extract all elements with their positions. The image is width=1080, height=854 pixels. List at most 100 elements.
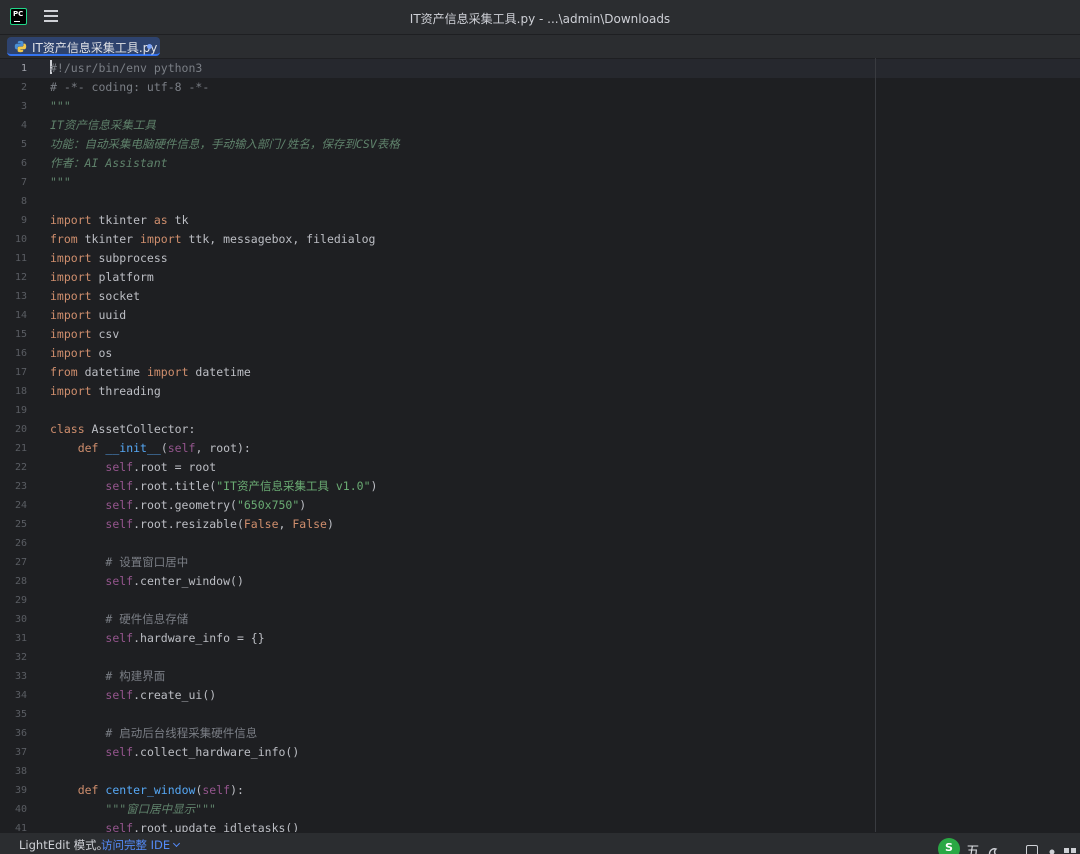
line-number: 37 — [14, 747, 27, 758]
code-token: __init__ — [105, 441, 161, 455]
toolbox-icon[interactable] — [1064, 845, 1076, 854]
line-number: 39 — [14, 785, 27, 796]
code-line[interactable]: # 启动后台线程采集硬件信息 — [50, 724, 257, 743]
code-line[interactable]: self.root.update_idletasks() — [50, 819, 299, 832]
code-token: , root): — [195, 441, 251, 455]
input-method-mode[interactable]: 五 — [966, 841, 980, 854]
line-number: 32 — [14, 652, 27, 663]
user-icon[interactable] — [1046, 845, 1058, 854]
code-token: class — [50, 422, 85, 436]
code-token: """ — [50, 175, 71, 189]
code-line[interactable]: import uuid — [50, 306, 126, 325]
code-token: from — [50, 365, 78, 379]
line-number: 13 — [14, 291, 27, 302]
code-token: self — [105, 574, 134, 588]
code-token: ) — [299, 498, 307, 512]
code-token: ) — [326, 517, 334, 531]
line-number: 10 — [14, 234, 27, 245]
code-token: socket — [91, 289, 141, 303]
code-token: self — [105, 498, 134, 512]
code-line[interactable]: IT资产信息采集工具 — [50, 116, 156, 135]
code-line[interactable]: # 硬件信息存储 — [50, 610, 188, 629]
code-token: False — [292, 517, 327, 531]
code-line[interactable]: from tkinter import ttk, messagebox, fil… — [50, 230, 375, 249]
code-line[interactable]: import subprocess — [50, 249, 168, 268]
punctuation-icon[interactable] — [1006, 845, 1018, 854]
code-line[interactable]: # 设置窗口居中 — [50, 553, 188, 572]
code-line[interactable]: # -*- coding: utf-8 -*- — [50, 78, 209, 97]
code-line[interactable]: self.create_ui() — [50, 686, 216, 705]
code-line[interactable]: import tkinter as tk — [50, 211, 189, 230]
code-token: 功能：自动采集电脑硬件信息，手动输入部门/姓名，保存到CSV表格 — [50, 137, 400, 151]
title-bar: PC IT资产信息采集工具.py - ...\admin\Downloads — [0, 0, 1080, 35]
code-token: # 硬件信息存储 — [50, 612, 189, 626]
code-token: import — [50, 289, 92, 303]
code-line[interactable]: self.root.geometry("650x750") — [50, 496, 306, 515]
code-token: AssetCollector: — [84, 422, 196, 436]
line-number: 17 — [14, 367, 27, 378]
code-line[interactable]: # 构建界面 — [50, 667, 165, 686]
code-line[interactable]: from datetime import datetime — [50, 363, 251, 382]
code-line[interactable]: self.root.resizable(False, False) — [50, 515, 334, 534]
code-token: .create_ui() — [133, 688, 217, 702]
code-line[interactable]: 功能：自动采集电脑硬件信息，手动输入部门/姓名，保存到CSV表格 — [50, 135, 400, 154]
code-token: self — [202, 783, 231, 797]
code-line[interactable]: import platform — [50, 268, 154, 287]
code-token: , — [278, 517, 293, 531]
status-bar: LightEdit 模式。 访问完整 IDE S 五 — [0, 832, 1080, 854]
code-token: .root.geometry( — [133, 498, 237, 512]
tab-active-file[interactable]: IT资产信息采集工具.py — [7, 37, 160, 56]
code-token: import — [146, 365, 189, 379]
open-full-ide-label: 访问完整 IDE — [101, 838, 171, 852]
code-line[interactable]: import os — [50, 344, 112, 363]
code-token: # 构建界面 — [50, 669, 166, 683]
code-token: as — [153, 213, 168, 227]
open-full-ide-link[interactable]: 访问完整 IDE — [101, 837, 181, 853]
line-number: 41 — [14, 823, 27, 832]
code-line[interactable]: self.center_window() — [50, 572, 243, 591]
code-token: def — [77, 783, 99, 797]
code-editor[interactable]: 1 2 3 4 5 6 7 8 9 10 11 12 13 14 15 16 17 18 19 20 21 22 23 24 2… — [0, 58, 1080, 832]
input-method-logo-icon[interactable]: S — [938, 838, 960, 854]
code-token: self — [105, 460, 134, 474]
code-token: self — [105, 631, 134, 645]
code-line[interactable]: """ — [50, 97, 71, 116]
code-area[interactable]: #!/usr/bin/env python3 # -*- coding: utf-… — [50, 58, 876, 832]
line-number: 15 — [14, 329, 27, 340]
moon-icon[interactable] — [988, 845, 1000, 854]
code-line[interactable]: """窗口居中显示""" — [50, 800, 216, 819]
editor-tab-bar: IT资产信息采集工具.py — [0, 35, 1080, 58]
code-line[interactable]: self.collect_hardware_info() — [50, 743, 299, 762]
code-line[interactable]: """ — [50, 173, 71, 192]
code-line[interactable]: import csv — [50, 325, 119, 344]
line-number: 23 — [14, 481, 27, 492]
code-line[interactable]: self.root = root — [50, 458, 216, 477]
code-token: ) — [370, 479, 378, 493]
line-number: 30 — [14, 614, 27, 625]
code-token: self — [105, 517, 134, 531]
code-line[interactable]: #!/usr/bin/env python3 — [50, 59, 202, 78]
code-line[interactable]: class AssetCollector: — [50, 420, 195, 439]
code-token: # -*- coding: utf-8 -*- — [50, 80, 210, 94]
code-token: uuid — [91, 308, 127, 322]
code-line[interactable]: 作者：AI Assistant — [50, 154, 168, 173]
keyboard-icon[interactable] — [1026, 845, 1038, 854]
code-line[interactable]: def center_window(self): — [50, 781, 244, 800]
code-line[interactable]: self.root.title("IT资产信息采集工具 v1.0") — [50, 477, 377, 496]
code-token: datetime — [77, 365, 147, 379]
code-line[interactable]: self.hardware_info = {} — [50, 629, 264, 648]
code-token: import — [50, 270, 92, 284]
line-number: 6 — [20, 158, 27, 169]
code-line[interactable]: import threading — [50, 382, 161, 401]
code-line[interactable]: import socket — [50, 287, 140, 306]
code-token: "IT资产信息采集工具 v1.0" — [216, 479, 371, 493]
code-line[interactable]: def __init__(self, root): — [50, 439, 251, 458]
code-token: "650x750" — [236, 498, 300, 512]
line-number: 1 — [20, 63, 27, 74]
